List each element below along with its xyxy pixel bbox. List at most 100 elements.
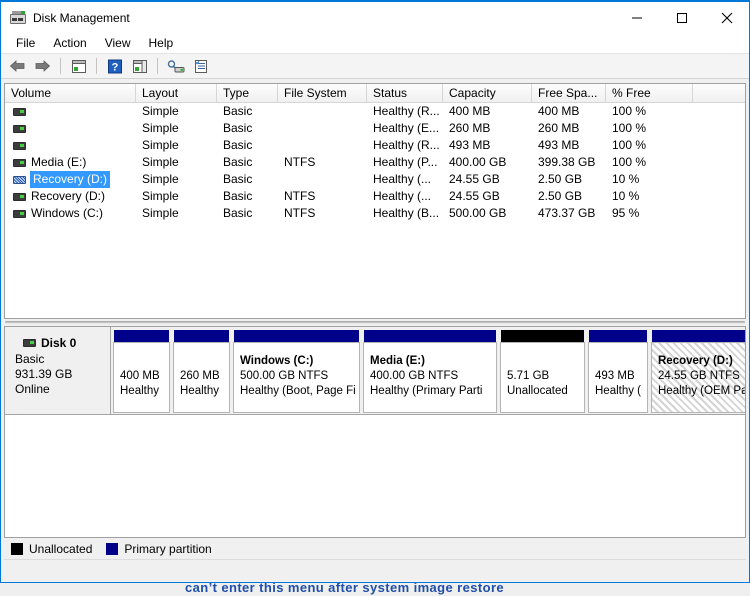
cell-status: Healthy (...: [373, 172, 432, 186]
cell-percent_free: 10 %: [612, 189, 640, 203]
cell-type: Basic: [223, 104, 253, 118]
partition-title: Recovery (D:): [658, 355, 733, 367]
back-icon[interactable]: [6, 55, 29, 77]
table-row[interactable]: Simple Basic Healthy (E... 260 MB 260 MB 100 …: [5, 120, 745, 137]
table-row[interactable]: Recovery (D:) Simple Basic Healthy (... 24.5…: [5, 171, 745, 188]
table-row[interactable]: Simple Basic Healthy (R... 400 MB 400 MB 100 …: [5, 103, 745, 120]
cell-free_space: 260 MB: [538, 121, 580, 135]
cell-status: Healthy (P...: [373, 155, 438, 169]
cell-free_space: 400 MB: [538, 104, 580, 118]
disk-size: 931.39 GB: [15, 367, 73, 381]
volume-label: Recovery (D:): [31, 189, 106, 203]
cell-layout: Simple: [142, 104, 179, 118]
disk-row-0: Disk 0 Basic 931.39 GB Online 400 MB Heal…: [5, 327, 745, 415]
partition-block[interactable]: 5.71 GB Unallocated: [500, 329, 585, 413]
legend-swatch-unallocated: [11, 542, 23, 555]
partition-status: Unallocated: [507, 385, 568, 397]
partition-status: Healthy: [180, 385, 219, 397]
window-controls: [614, 2, 749, 33]
cell-file_system: NTFS: [284, 206, 316, 220]
menu-help[interactable]: Help: [140, 34, 183, 52]
volume-list-pane: Volume Layout Type File System Status Capacit…: [4, 83, 746, 319]
table-row[interactable]: Windows (C:) Simple Basic NTFS Healthy (B...…: [5, 205, 745, 222]
cell-status: Healthy (B...: [373, 206, 440, 220]
rescan-disks-icon[interactable]: [164, 55, 187, 77]
partition-block[interactable]: 400 MB Healthy: [113, 329, 170, 413]
cell-volume: Recovery (D:): [5, 171, 136, 188]
column-header-volume[interactable]: Volume: [5, 84, 136, 102]
cell-free_space: 2.50 GB: [538, 189, 583, 203]
table-row[interactable]: Media (E:) Simple Basic NTFS Healthy (P... 40…: [5, 154, 745, 171]
column-header-file-system[interactable]: File System: [278, 84, 367, 102]
cell-capacity: 493 MB: [449, 138, 491, 152]
cell-free_space: 399.38 GB: [538, 155, 596, 169]
legend-label: Unallocated: [29, 541, 93, 556]
column-header-layout[interactable]: Layout: [136, 84, 217, 102]
partition-block[interactable]: 260 MB Healthy: [173, 329, 230, 413]
disk-title: Disk 0: [23, 336, 110, 350]
cell-percent_free: 100 %: [612, 155, 647, 169]
help-icon[interactable]: ?: [103, 55, 126, 77]
column-header-free-spa[interactable]: Free Spa...: [532, 84, 606, 102]
title-bar: Disk Management: [1, 2, 749, 33]
pane-splitter[interactable]: [1, 319, 749, 326]
forward-icon[interactable]: [31, 55, 54, 77]
partition-status: Healthy (OEM Pa: [658, 385, 746, 397]
cell-volume: Media (E:): [5, 154, 136, 171]
cell-layout: Simple: [142, 189, 179, 203]
cell-capacity: 500.00 GB: [449, 206, 507, 220]
menu-bar: File Action View Help: [1, 33, 749, 54]
column-header-blank[interactable]: [693, 84, 745, 102]
menu-action[interactable]: Action: [44, 34, 95, 52]
partition-block[interactable]: Windows (C:) 500.00 GB NTFS Healthy (Boot,…: [233, 329, 360, 413]
volume-label: Recovery (D:): [30, 171, 111, 188]
disk-info-panel[interactable]: Disk 0 Basic 931.39 GB Online: [5, 327, 111, 415]
cell-type: Basic: [223, 172, 253, 186]
partition-body: 260 MB Healthy: [173, 342, 230, 413]
minimize-button[interactable]: [614, 2, 659, 33]
cell-free_space: 493 MB: [538, 138, 580, 152]
cell-percent_free: 95 %: [612, 206, 640, 220]
disk-management-window: Disk Management File Action View Help ? …: [0, 0, 750, 583]
svg-text:?: ?: [111, 61, 118, 73]
partition-block[interactable]: Media (E:) 400.00 GB NTFS Healthy (Primary…: [363, 329, 497, 413]
volume-icon: [13, 192, 26, 201]
column-header-free[interactable]: % Free: [606, 84, 693, 102]
disk-icon: [23, 339, 36, 347]
properties-icon[interactable]: [189, 55, 212, 77]
cell-percent_free: 100 %: [612, 138, 647, 152]
table-row[interactable]: Recovery (D:) Simple Basic NTFS Healthy (...…: [5, 188, 745, 205]
toolbar: ?: [1, 54, 749, 79]
column-header-capacity[interactable]: Capacity: [443, 84, 532, 102]
close-button[interactable]: [704, 2, 749, 33]
partition-block[interactable]: 493 MB Healthy (: [588, 329, 648, 413]
toolbar-separator: [157, 58, 158, 74]
cell-capacity: 24.55 GB: [449, 172, 500, 186]
table-row[interactable]: Simple Basic Healthy (R... 493 MB 493 MB 100 …: [5, 137, 745, 154]
cell-volume: Windows (C:): [5, 205, 136, 222]
show-hide-console-tree-icon[interactable]: [67, 55, 90, 77]
menu-file[interactable]: File: [7, 34, 44, 52]
partition-body: 493 MB Healthy (: [588, 342, 648, 413]
maximize-button[interactable]: [659, 2, 704, 33]
column-header-type[interactable]: Type: [217, 84, 278, 102]
cell-capacity: 400.00 GB: [449, 155, 507, 169]
cell-status: Healthy (E...: [373, 121, 440, 135]
cell-free_space: 2.50 GB: [538, 172, 583, 186]
partition-title: Media (E:): [370, 355, 425, 367]
menu-view[interactable]: View: [96, 34, 140, 52]
partition-color-bar: [363, 329, 497, 342]
cell-type: Basic: [223, 138, 253, 152]
status-bar: [4, 559, 746, 579]
show-hide-action-pane-icon[interactable]: [128, 55, 151, 77]
cell-type: Basic: [223, 189, 253, 203]
cell-layout: Simple: [142, 138, 179, 152]
volume-icon: [13, 209, 26, 218]
cell-volume: Recovery (D:): [5, 188, 136, 205]
window-title: Disk Management: [33, 10, 130, 25]
cell-capacity: 24.55 GB: [449, 189, 500, 203]
partition-block[interactable]: Recovery (D:) 24.55 GB NTFS Healthy (OEM P…: [651, 329, 746, 413]
column-header-status[interactable]: Status: [367, 84, 443, 102]
cell-layout: Simple: [142, 206, 179, 220]
partition-color-bar: [651, 329, 745, 342]
